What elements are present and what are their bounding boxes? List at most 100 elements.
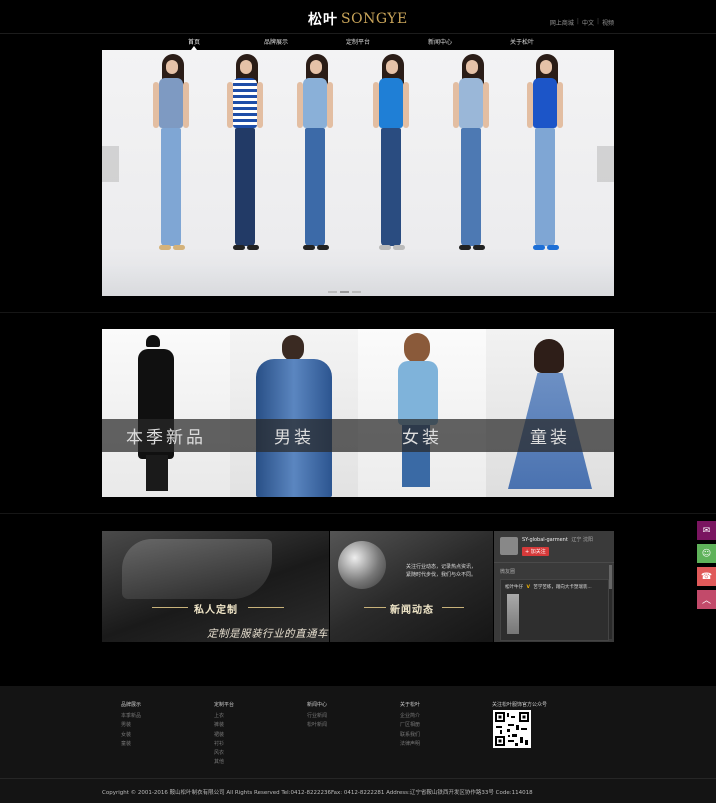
logo-english: SONGYE [341, 11, 408, 27]
footer-link[interactable]: 法律声明 [400, 740, 420, 749]
nav-item-label: 首页 [187, 39, 201, 46]
model-jeans [533, 128, 559, 250]
feed-post-image[interactable] [507, 594, 519, 634]
custom-tailoring-block[interactable]: 私人定制 定制是服装行业的直通车 [102, 531, 329, 642]
banner-model [224, 54, 264, 282]
category-women[interactable]: 女装 [358, 329, 486, 497]
hero-banner[interactable] [102, 50, 614, 296]
footer-link[interactable]: 男装 [121, 721, 141, 730]
model-shoe [459, 245, 471, 250]
weibo-account-name[interactable]: SY-global-garment [522, 537, 568, 543]
nav-item-brand[interactable]: 品牌展示 [264, 37, 288, 46]
back-to-top-icon[interactable]: ︿ [697, 590, 716, 609]
copyright-text: Copyright © 2001-2016 鞍山松叶制衣有限公司 All Rig… [102, 790, 533, 796]
top-link-mall[interactable]: 网上商城 [550, 18, 574, 27]
top-link-language[interactable]: 中文 [582, 18, 594, 27]
feed-post-author: 松叶牛仔 [505, 585, 523, 590]
weibo-section-label: 微友圈 [500, 569, 516, 575]
site-footer [0, 686, 716, 803]
phone-icon[interactable]: ☎ [697, 567, 716, 586]
footer-link[interactable]: 上衣 [214, 712, 234, 721]
banner-model [150, 54, 190, 282]
footer-link[interactable]: 其他 [214, 758, 234, 767]
pagination-dot[interactable] [328, 291, 337, 293]
footer-link[interactable]: 童装 [121, 740, 141, 749]
weibo-scrollbar[interactable] [609, 565, 612, 639]
footer-divider [0, 778, 716, 779]
model-arm [483, 82, 489, 128]
model-shoe [233, 245, 245, 250]
footer-link[interactable]: 衬衫 [214, 740, 234, 749]
nav-item-custom[interactable]: 定制平台 [346, 37, 370, 46]
banner-pagination [328, 291, 361, 293]
banner-next-arrow[interactable] [597, 146, 614, 182]
model-top [303, 78, 327, 128]
wechat-icon[interactable]: ✉ [697, 521, 716, 540]
top-link-separator: | [576, 18, 579, 25]
model-face [166, 60, 178, 74]
title-decoration [364, 607, 386, 608]
model-face [240, 60, 252, 74]
top-link-video[interactable]: 视频 [602, 18, 614, 27]
model-shoe [547, 245, 559, 250]
brand-emblem-icon [338, 541, 386, 589]
avatar[interactable] [500, 537, 518, 555]
news-tagline: 关注行业动态，记录热点资讯， 紧随时代步伐，我们与众不同。 [406, 563, 476, 579]
follow-button[interactable]: + 加关注 [522, 547, 549, 556]
nav-item-about[interactable]: 关于松叶 [510, 37, 534, 46]
nav-item-news[interactable]: 新闻中心 [428, 37, 452, 46]
category-men[interactable]: 男装 [230, 329, 358, 497]
model-arm [403, 82, 409, 128]
footer-link[interactable]: 松叶新闻 [307, 721, 327, 730]
footer-column: 新闻中心行业新闻 松叶新闻 [307, 701, 327, 731]
feed-post-text: 苦学苦练，踏向大卡塑瑞装... [533, 585, 592, 590]
nav-item-home[interactable]: 首页 [187, 37, 201, 50]
model-arm [257, 82, 263, 128]
tailoring-hands-image [122, 539, 272, 599]
footer-link[interactable]: 本季新品 [121, 712, 141, 721]
footer-column-title[interactable]: 关于松叶 [400, 701, 420, 710]
category-new-season[interactable]: 本季新品 [102, 329, 230, 497]
banner-model [294, 54, 334, 282]
footer-column-title[interactable]: 新闻中心 [307, 701, 327, 710]
footer-link[interactable]: 裤装 [214, 721, 234, 730]
pagination-dot[interactable] [340, 291, 349, 293]
model-top [459, 78, 483, 128]
footer-column-title[interactable]: 品牌展示 [121, 701, 141, 710]
news-block[interactable]: 关注行业动态，记录热点资讯， 紧随时代步伐，我们与众不同。 新闻动态 [330, 531, 493, 642]
banner-prev-arrow[interactable] [102, 146, 119, 182]
model-shoe [379, 245, 391, 250]
model-top [533, 78, 557, 128]
model-jeans [233, 128, 259, 250]
scrollbar-thumb[interactable] [609, 565, 612, 589]
footer-link[interactable]: 厂区相册 [400, 721, 420, 730]
head-figure [282, 335, 304, 361]
weibo-divider [494, 562, 614, 563]
footer-column-title[interactable]: 定制平台 [214, 701, 234, 710]
qr-code-image [495, 712, 529, 746]
news-block-title: 新闻动态 [390, 605, 434, 616]
qq-icon[interactable]: ☺ [697, 544, 716, 563]
site-logo[interactable]: 松叶 SONGYE [308, 10, 408, 28]
banner-model [524, 54, 564, 282]
model-face [540, 60, 552, 74]
footer-link[interactable]: 行业新闻 [307, 712, 327, 721]
footer-link[interactable]: 裙装 [214, 731, 234, 740]
qr-title: 关注松叶服饰官方公众号 [492, 702, 548, 708]
pagination-dot[interactable] [352, 291, 361, 293]
header-divider [0, 33, 716, 34]
model-shoe [533, 245, 545, 250]
model-jeans [303, 128, 329, 250]
footer-link[interactable]: 联系我们 [400, 731, 420, 740]
section-divider [0, 513, 716, 514]
model-shoe [159, 245, 171, 250]
weibo-widget: SY-global-garment 辽宁 沈阳 + 加关注 微友圈 松叶牛仔 V… [494, 531, 614, 642]
category-kids[interactable]: 童装 [486, 329, 614, 497]
model-top [233, 78, 257, 128]
logo-chinese: 松叶 [308, 12, 338, 28]
feed-post[interactable]: 松叶牛仔 V 苦学苦练，踏向大卡塑瑞装... [505, 584, 592, 590]
footer-link[interactable]: 企业简介 [400, 712, 420, 721]
footer-link[interactable]: 风衣 [214, 749, 234, 758]
model-shoe [393, 245, 405, 250]
footer-link[interactable]: 女装 [121, 731, 141, 740]
